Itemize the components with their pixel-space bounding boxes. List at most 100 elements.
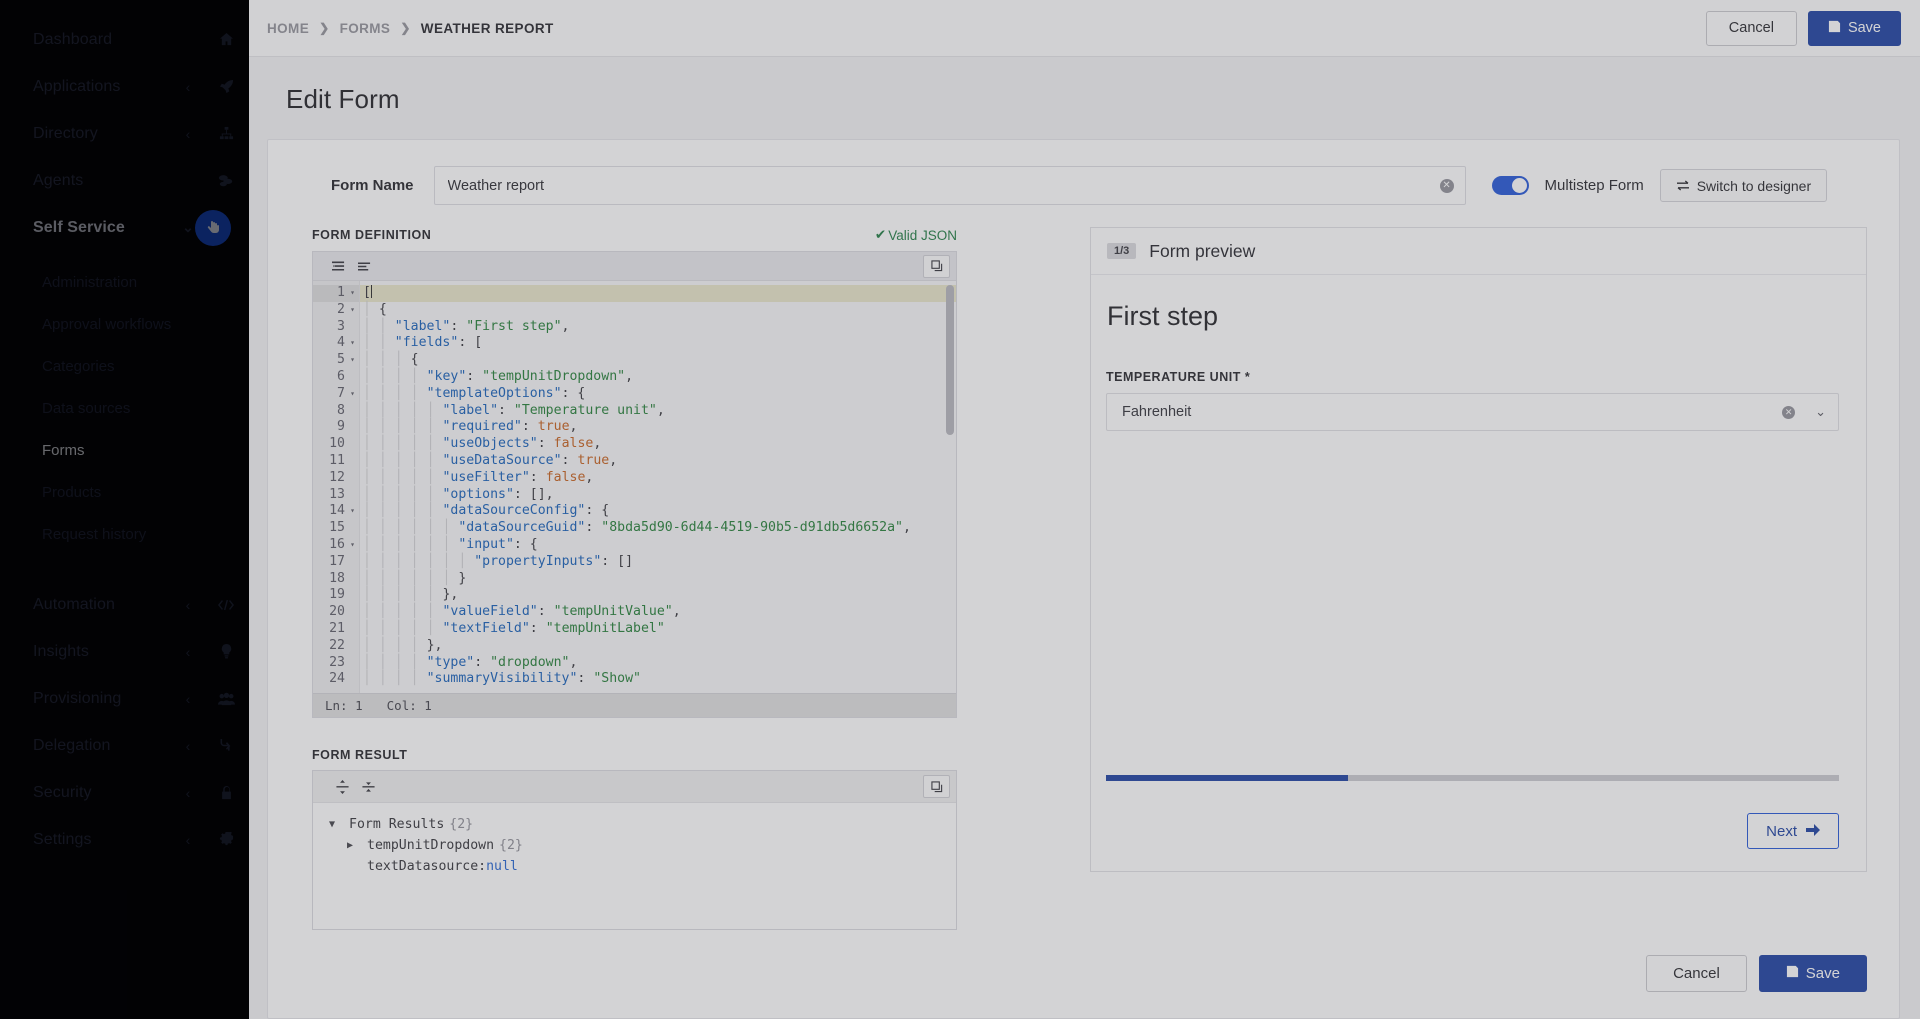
sidebar-subitem-products[interactable]: Products	[0, 471, 249, 513]
sidebar-item-delegation[interactable]: Delegation ‹	[0, 722, 249, 769]
indent-guide: │	[363, 419, 379, 435]
editor-status-bar: Ln: 1 Col: 1	[313, 693, 956, 717]
sidebar: Dashboard Applications ‹ Directory ‹ Age…	[0, 0, 249, 1019]
fold-toggle-icon[interactable]: ▾	[348, 302, 355, 319]
sidebar-subitem-request-history[interactable]: Request history	[0, 513, 249, 555]
fold-toggle-icon[interactable]: ▾	[348, 537, 355, 554]
sidebar-item-agents[interactable]: Agents	[0, 157, 249, 204]
sidebar-item-insights[interactable]: Insights ‹	[0, 628, 249, 675]
chevron-left-icon: ‹	[185, 643, 191, 660]
copy-icon[interactable]	[923, 254, 950, 278]
indent-guide: │	[363, 335, 379, 351]
save-button-top[interactable]: Save	[1807, 10, 1901, 46]
sidebar-item-self-service[interactable]: Self Service ⌄	[0, 204, 249, 251]
indent-guide: │	[394, 553, 411, 569]
code-token: "tempUnitDropdown"	[482, 368, 626, 384]
sidebar-subitem-administration[interactable]: Administration	[0, 261, 249, 303]
cancel-button-bottom[interactable]: Cancel	[1646, 955, 1747, 992]
indent-guide: │	[394, 385, 411, 401]
fold-toggle-icon[interactable]: ▾	[348, 335, 355, 352]
sidebar-item-automation[interactable]: Automation ‹	[0, 581, 249, 628]
home-icon	[203, 32, 249, 47]
code-token: : {	[561, 385, 586, 401]
indent-guide: │	[363, 604, 379, 620]
code-token: "label"	[394, 318, 451, 334]
fold-toggle-icon[interactable]: ▾	[348, 503, 355, 520]
code-line: │ │ "label": "First step",	[360, 319, 956, 336]
code-line: │ │ │ │ │ │ "dataSourceGuid": "8bda5d90-…	[360, 520, 956, 537]
code-token: :	[498, 402, 514, 418]
indent-guide: │	[426, 604, 443, 620]
next-button[interactable]: Next	[1747, 813, 1839, 849]
indent-guide: │	[410, 385, 427, 401]
code-token: true	[577, 452, 610, 468]
expand-all-icon[interactable]	[329, 776, 355, 798]
result-child-label: tempUnitDropdown	[367, 838, 495, 853]
indent-guide: │	[394, 486, 411, 502]
code-line: │ │ │ │ │ "valueField": "tempUnitValue",	[360, 604, 956, 621]
caret-down-icon[interactable]: ▼	[329, 814, 349, 835]
code-lines[interactable]: [│ {│ │ "label": "First step", │ │ "field…	[360, 281, 956, 693]
code-token: },	[426, 637, 443, 653]
clear-circle-icon[interactable]: ✕	[1439, 178, 1454, 193]
sidebar-item-directory[interactable]: Directory ‹	[0, 110, 249, 157]
indent-guide: │	[378, 503, 395, 519]
hand-pointer-icon[interactable]	[195, 209, 231, 246]
code-line: │ │ │ │ "key": "tempUnitDropdown",	[360, 369, 956, 386]
form-name-right-controls: Multistep Form Switch to designer	[1491, 169, 1828, 202]
breadcrumb-item-forms[interactable]: FORMS	[340, 21, 391, 36]
indent-guide: │	[426, 469, 443, 485]
json-code-area[interactable]: 1 ▾ 2 ▾ 3 4 ▾ 5 ▾ 6 7 ▾ 8 9 10 11 12 13 14 ▾ 15 16 ▾ 17 18 19 20 21…	[313, 281, 956, 693]
code-token: "valueField"	[442, 604, 538, 620]
result-root-row[interactable]: ▼ Form Results {2}	[329, 814, 956, 835]
fold-toggle-icon[interactable]: ▾	[348, 285, 355, 302]
copy-icon[interactable]	[923, 775, 950, 798]
indent-guide: │	[410, 520, 427, 536]
sidebar-subitem-label: Data sources	[42, 399, 131, 417]
sidebar-item-security[interactable]: Security ‹	[0, 769, 249, 816]
compact-lines-icon[interactable]	[351, 255, 377, 277]
temperature-unit-select[interactable]: Fahrenheit ✕ ⌄	[1106, 393, 1839, 431]
text-caret	[370, 285, 372, 298]
code-token: "useDataSource"	[442, 452, 562, 468]
result-child-row[interactable]: ▶ tempUnitDropdown {2}	[329, 835, 956, 856]
chevron-down-icon[interactable]: ⌄	[1815, 404, 1826, 420]
cancel-button-top[interactable]: Cancel	[1705, 10, 1797, 46]
sidebar-subitem-data-sources[interactable]: Data sources	[0, 387, 249, 429]
fold-toggle-icon[interactable]: ▾	[348, 352, 355, 369]
editor-vertical-scrollbar[interactable]	[946, 285, 954, 435]
indent-guide: │	[363, 570, 379, 586]
sidebar-subitem-forms[interactable]: Forms	[0, 429, 249, 471]
clear-circle-icon[interactable]: ✕	[1782, 405, 1796, 419]
breadcrumb-item-home[interactable]: HOME	[267, 21, 309, 36]
collapse-all-icon[interactable]	[355, 776, 381, 798]
sidebar-item-settings[interactable]: Settings ‹	[0, 816, 249, 863]
caret-right-icon[interactable]: ▶	[347, 835, 367, 856]
indent-guide: │	[378, 486, 395, 502]
main-area: HOME ❯ FORMS ❯ WEATHER REPORT Cancel Sav…	[249, 0, 1920, 1019]
save-button-bottom[interactable]: Save	[1758, 955, 1867, 992]
sidebar-item-dashboard[interactable]: Dashboard	[0, 16, 249, 63]
code-line: │ │ │ │ "templateOptions": {	[360, 386, 956, 403]
multistep-form-toggle[interactable]	[1491, 176, 1529, 195]
code-token: : []	[601, 553, 634, 569]
indent-guide: │	[378, 520, 395, 536]
sidebar-subitem-categories[interactable]: Categories	[0, 345, 249, 387]
indent-guide: │	[363, 352, 379, 368]
valid-json-badge: ✔ Valid JSON	[875, 227, 957, 243]
sidebar-item-provisioning[interactable]: Provisioning ‹	[0, 675, 249, 722]
line-number: 23	[329, 654, 345, 670]
indent-guide: │	[378, 335, 395, 351]
code-token: "Temperature unit"	[513, 402, 657, 418]
result-leaf-separator: :	[478, 859, 487, 874]
line-number: 12	[329, 469, 345, 485]
sidebar-subitem-approval-workflows[interactable]: Approval workflows	[0, 303, 249, 345]
fold-toggle-icon[interactable]: ▾	[348, 386, 355, 403]
indent-guide: │	[394, 620, 411, 636]
indent-guide: │	[394, 452, 411, 468]
form-name-input[interactable]	[433, 166, 1466, 205]
sidebar-item-applications[interactable]: Applications ‹	[0, 63, 249, 110]
switch-to-designer-button[interactable]: Switch to designer	[1659, 169, 1828, 202]
format-lines-icon[interactable]	[325, 255, 351, 277]
indent-guide: │	[378, 654, 395, 670]
